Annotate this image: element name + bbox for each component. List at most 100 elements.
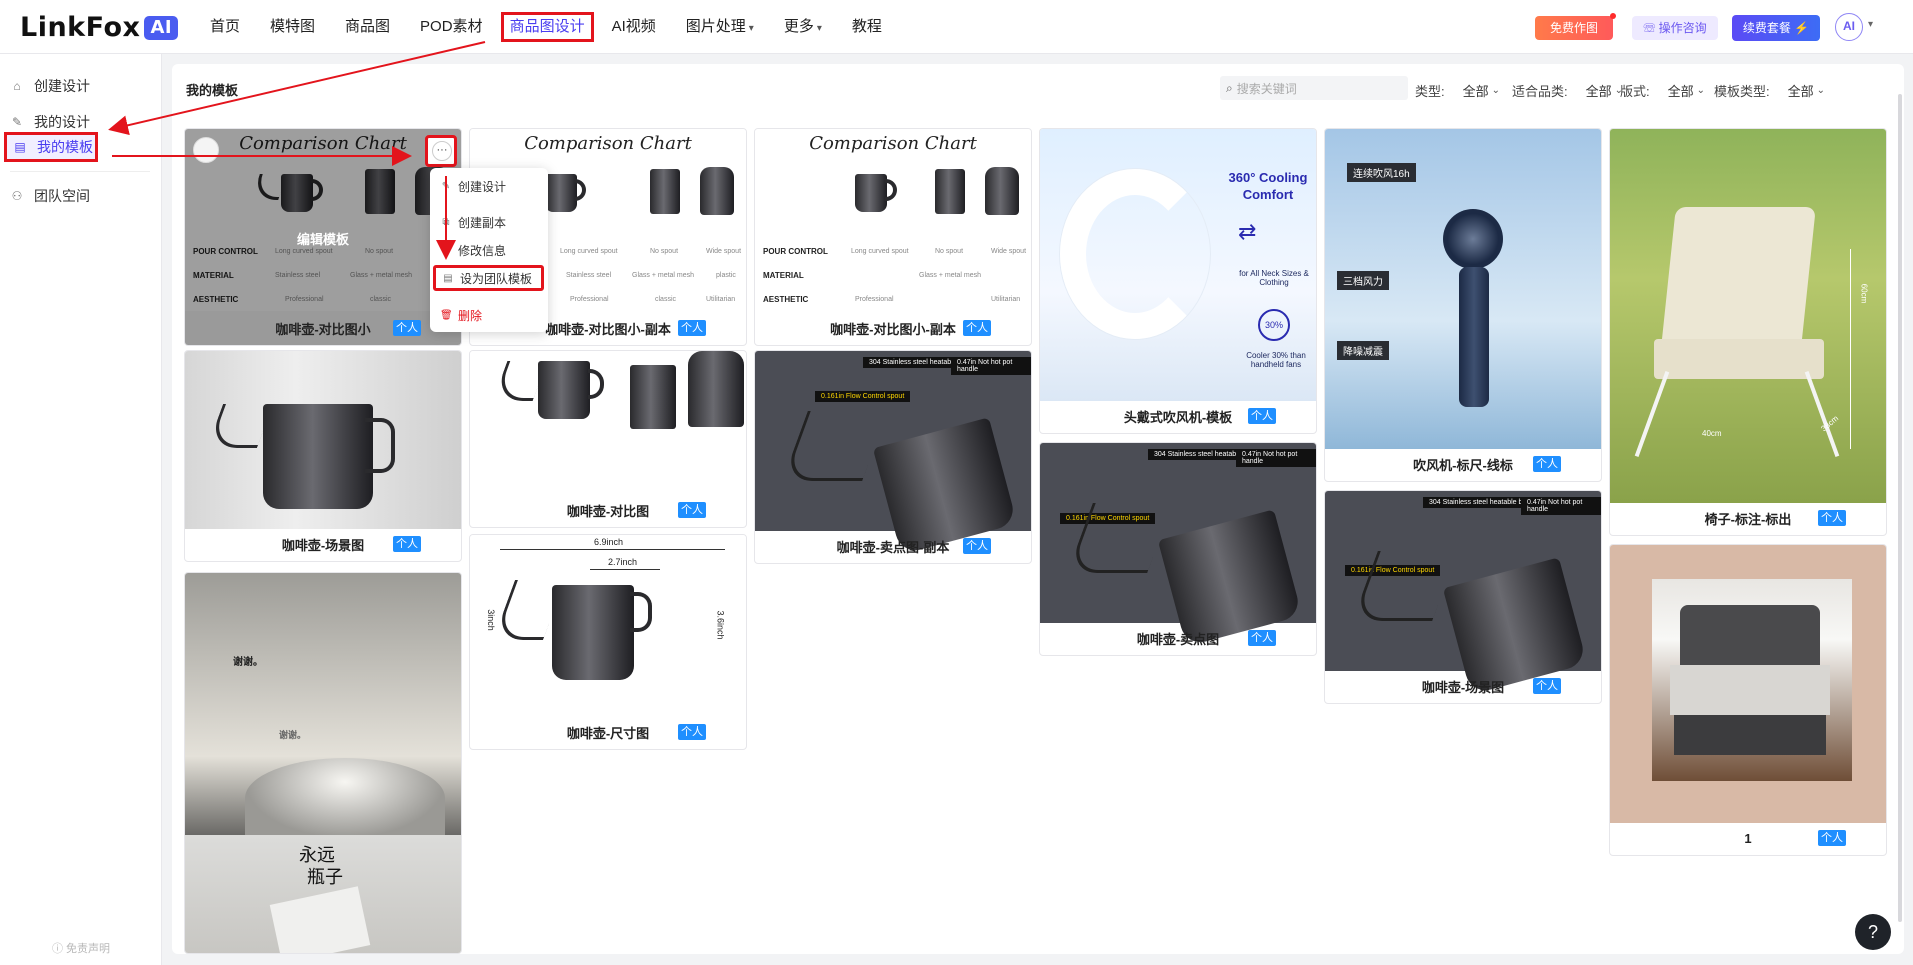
filter-layout[interactable]: 版式: 全部 ⌄ xyxy=(1620,81,1705,100)
nav-image-processing-label: 图片处理 xyxy=(685,18,746,35)
disclaimer-link[interactable]: ⓘ 免责声明 xyxy=(52,940,110,956)
filter-value: 全部 xyxy=(1787,84,1814,99)
free-draw-button[interactable]: 免费作图 xyxy=(1535,13,1616,40)
personal-badge: 个人 xyxy=(1533,678,1561,694)
personal-badge: 个人 xyxy=(1248,630,1276,646)
chevron-down-icon: ⌄ xyxy=(1816,85,1826,96)
menu-item-label: 创建副本 xyxy=(458,215,507,230)
template-icon: ▤ xyxy=(14,140,26,154)
nav-pod-assets[interactable]: POD素材 xyxy=(408,12,495,42)
template-card-coffee-dimension[interactable]: 6.9inch 2.7inch 3inch 3.6inch 咖啡壶-尺寸图 个人 xyxy=(469,534,747,750)
scrollbar[interactable] xyxy=(1898,94,1902,922)
template-card-hair-dryer[interactable]: 连续吹风16h 三档风力 降噪减震 吹风机-标尺-线标 个人 xyxy=(1324,128,1602,482)
filter-label: 类型: xyxy=(1415,84,1445,99)
filter-label: 适合品类: xyxy=(1512,84,1568,99)
page-title: 我的模板 xyxy=(186,83,239,98)
sidebar-item-team-space[interactable]: ⚇ 团队空间 xyxy=(10,183,90,209)
cell-text: Wide spout xyxy=(706,248,742,255)
sidebar-item-create-design[interactable]: ⌂ 创建设计 xyxy=(10,73,90,99)
template-card-coffee-selling-point-copy[interactable]: 304 Stainless steel heatable body 0.47in… xyxy=(754,350,1032,564)
thumb-text: Cooler 30% than handheld fans xyxy=(1246,351,1306,369)
template-card-coffee-compare[interactable]: 咖啡壶-对比图 个人 xyxy=(469,350,747,528)
notification-dot xyxy=(1610,13,1616,19)
consult-label: 操作咨询 xyxy=(1658,21,1707,35)
template-card-bottle[interactable]: 谢谢。 谢谢。 永远 瓶子 xyxy=(184,572,462,954)
template-card-coffee-compare-copy-2[interactable]: Comparison Chart POUR CONTROL MATERIAL A… xyxy=(754,128,1032,346)
filter-value: 全部 xyxy=(1462,84,1489,99)
cell-text: Utilitarian xyxy=(991,296,1021,303)
personal-badge: 个人 xyxy=(963,320,991,336)
personal-badge: 个人 xyxy=(678,724,706,740)
chevron-down-icon[interactable]: ▾ xyxy=(1868,19,1873,30)
template-card-coffee-scene-2[interactable]: 304 Stainless steel heatable body 0.47in… xyxy=(1324,490,1602,704)
personal-badge: 个人 xyxy=(1818,510,1846,526)
template-card-coffee-compare-small[interactable]: Comparison Chart POUR CONTROL MATERIAL A… xyxy=(184,128,462,346)
search-input[interactable]: ⌕ 搜索关键词 xyxy=(1220,76,1408,100)
filter-label: 模板类型: xyxy=(1714,84,1770,99)
template-card-coffee-scene[interactable]: 咖啡壶-场景图 个人 xyxy=(184,350,462,562)
filter-category[interactable]: 适合品类: 全部 ⌄ xyxy=(1512,81,1623,100)
thumb-title: 360° Cooling Comfort xyxy=(1228,170,1308,202)
nav-product-image[interactable]: 商品图 xyxy=(333,12,402,42)
template-card-chair[interactable]: 60cm 40cm 38cm 椅子-标注-标出 个人 xyxy=(1609,128,1887,536)
cell-text: classic xyxy=(655,296,677,303)
template-thumbnail: 304 Stainless steel heatable body 0.47in… xyxy=(1040,443,1316,647)
template-thumbnail: 60cm 40cm 38cm xyxy=(1610,129,1886,503)
copy-icon: ⧉ xyxy=(442,216,450,228)
edit-template-label[interactable]: 编辑模板 xyxy=(185,229,461,248)
pen-icon: ✎ xyxy=(441,180,451,192)
renew-plan-button[interactable]: 续费套餐 ⚡ xyxy=(1732,15,1820,41)
template-card-neck-fan[interactable]: 360° Cooling Comfort ⇄ for All Neck Size… xyxy=(1039,128,1317,434)
menu-set-team-template[interactable]: ▤ 设为团队模板 xyxy=(433,265,544,291)
nav-more[interactable]: 更多 ▾ xyxy=(772,12,834,42)
menu-delete[interactable]: 🗑 删除 xyxy=(440,305,482,325)
filter-value: 全部 xyxy=(1585,84,1612,99)
logo-text: LinkFox xyxy=(20,12,141,43)
filter-template-type[interactable]: 模板类型: 全部 ⌄ xyxy=(1714,81,1825,100)
template-card-coffee-selling-point[interactable]: 304 Stainless steel heatable body 0.47in… xyxy=(1039,442,1317,656)
sidebar-item-my-templates[interactable]: ▤ 我的模板 xyxy=(4,132,98,162)
feature-tag: 三档风力 xyxy=(1337,271,1389,290)
template-thumbnail: 360° Cooling Comfort ⇄ for All Neck Size… xyxy=(1040,129,1316,401)
help-button[interactable]: ? xyxy=(1855,914,1891,950)
nav-tutorial[interactable]: 教程 xyxy=(840,12,894,42)
edit-icon: ✐ xyxy=(441,244,451,256)
cell-text: Professional xyxy=(855,296,894,303)
template-thumbnail: 304 Stainless steel heatable body 0.47in… xyxy=(755,351,1031,555)
logo[interactable]: LinkFox AI xyxy=(20,12,179,43)
menu-create-design[interactable]: ✎ 创建设计 xyxy=(440,176,506,196)
template-thumbnail: 连续吹风16h 三档风力 降噪减震 xyxy=(1325,129,1601,449)
menu-item-label: 设为团队模板 xyxy=(460,271,533,286)
template-thumbnail: 谢谢。 谢谢。 xyxy=(185,573,461,838)
select-checkbox[interactable] xyxy=(193,137,219,163)
brush-icon: ✎ xyxy=(11,115,23,129)
chevron-down-icon: ⌄ xyxy=(1696,85,1706,96)
dim-label: 6.9inch xyxy=(594,537,624,547)
nav-product-design[interactable]: 商品图设计 xyxy=(500,12,594,42)
dim-label: 3.6inch xyxy=(715,610,726,640)
thumb-text: for All Neck Sizes & Clothing xyxy=(1239,269,1309,287)
template-card-bed[interactable]: 1 个人 xyxy=(1609,544,1887,856)
personal-badge: 个人 xyxy=(678,502,706,518)
nav-image-processing[interactable]: 图片处理 ▾ xyxy=(674,12,766,42)
avatar[interactable]: AI xyxy=(1835,13,1863,41)
trash-icon: 🗑 xyxy=(440,309,453,321)
personal-badge: 个人 xyxy=(1818,830,1846,846)
more-options-button[interactable]: ··· xyxy=(425,135,457,167)
nav-ai-video[interactable]: AI视频 xyxy=(600,12,668,42)
cell-text: Long curved spout xyxy=(851,248,909,255)
phone-icon: ☏ xyxy=(1643,21,1659,35)
cell-text: Long curved spout xyxy=(560,248,618,255)
dim-label: 60cm xyxy=(1859,283,1869,304)
consult-button[interactable]: ☏ 操作咨询 xyxy=(1632,16,1718,40)
menu-edit-info[interactable]: ✐ 修改信息 xyxy=(440,240,506,260)
personal-badge: 个人 xyxy=(393,536,421,552)
menu-item-label: 创建设计 xyxy=(458,179,507,194)
sidebar-item-label: 我的设计 xyxy=(34,114,90,130)
filter-type[interactable]: 类型: 全部 ⌄ xyxy=(1415,81,1500,100)
top-navbar: LinkFox AI 首页 模特图 商品图 POD素材 商品图设计 AI视频 图… xyxy=(0,0,1913,54)
nav-home[interactable]: 首页 xyxy=(198,12,252,42)
nav-model-image[interactable]: 模特图 xyxy=(258,12,327,42)
menu-create-copy[interactable]: ⧉ 创建副本 xyxy=(440,212,506,232)
template-icon: ▤ xyxy=(443,272,453,284)
